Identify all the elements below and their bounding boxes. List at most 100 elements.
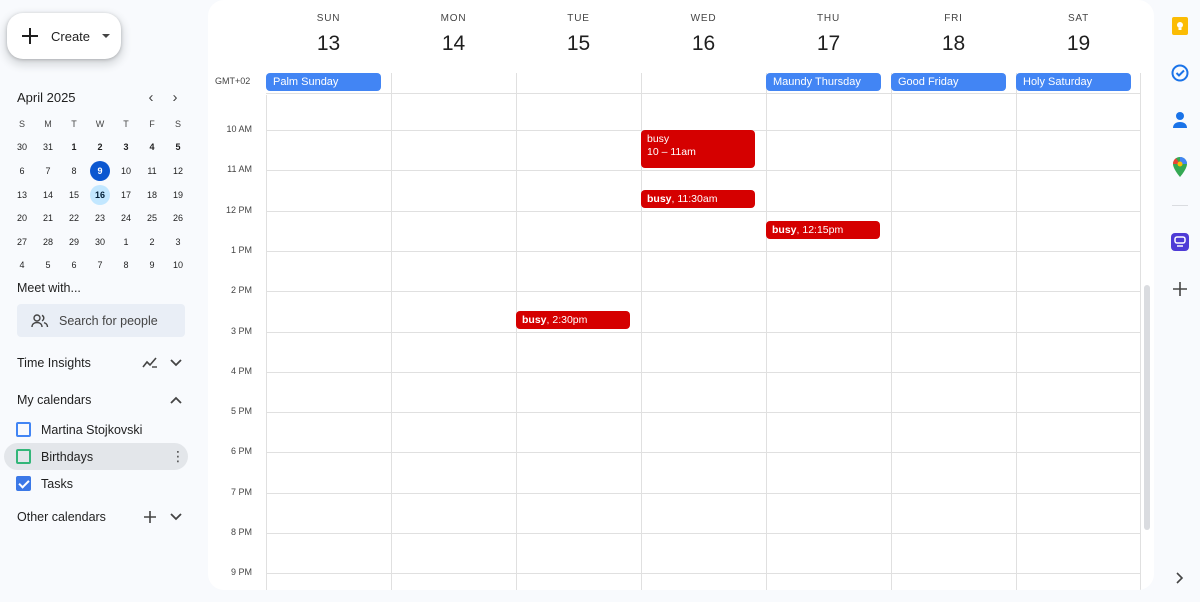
mini-calendar-day[interactable]: 4 — [139, 136, 165, 158]
chevron-down-icon[interactable] — [165, 352, 187, 374]
contacts-icon[interactable] — [1170, 110, 1190, 130]
mini-calendar-day[interactable]: 12 — [165, 160, 191, 182]
calendar-item-tasks[interactable]: Tasks — [4, 470, 188, 497]
mini-calendar-day[interactable]: 18 — [139, 184, 165, 206]
day-header[interactable]: SUN 13 — [266, 0, 391, 70]
add-icon[interactable] — [1170, 279, 1190, 299]
chevron-down-icon[interactable] — [165, 506, 187, 528]
hour-label: 12 PM — [225, 205, 252, 215]
mini-calendar-day[interactable]: 6 — [9, 160, 35, 182]
mini-calendar-day-number: 30 — [16, 142, 27, 153]
mini-calendar-day[interactable]: 3 — [165, 231, 191, 253]
mini-calendar-day[interactable]: 30 — [9, 136, 35, 158]
mini-calendar-day[interactable]: 7 — [87, 254, 113, 276]
event-chip[interactable]: busy, 2:30pm — [516, 311, 630, 329]
mini-calendar-day[interactable]: 11 — [139, 160, 165, 182]
chevron-left-icon[interactable]: ‹ — [139, 89, 163, 106]
chevron-up-icon[interactable] — [165, 389, 187, 411]
day-number[interactable]: 19 — [1016, 32, 1141, 56]
chevron-right-icon[interactable]: › — [163, 89, 187, 106]
mini-calendar-day[interactable]: 8 — [61, 160, 87, 182]
mini-calendar-day[interactable]: 17 — [113, 184, 139, 206]
mini-calendar-weekday: S — [174, 118, 181, 129]
mini-calendar-day[interactable]: 21 — [35, 207, 61, 229]
mini-calendar-day[interactable]: 25 — [139, 207, 165, 229]
other-calendars-row[interactable]: Other calendars — [17, 506, 187, 528]
event-title: busy — [522, 313, 547, 326]
mini-calendar-day[interactable]: 16 — [87, 184, 113, 206]
calendar-checkbox[interactable] — [16, 476, 31, 491]
insights-icon[interactable] — [139, 352, 161, 374]
mini-calendar-day[interactable]: 19 — [165, 184, 191, 206]
expand-icon[interactable] — [1170, 568, 1190, 588]
day-header[interactable]: FRI 18 — [891, 0, 1016, 70]
mini-calendar-day[interactable]: 28 — [35, 231, 61, 253]
mini-calendar-day[interactable]: 1 — [113, 231, 139, 253]
hour-label: 7 PM — [230, 487, 252, 497]
day-header[interactable]: SAT 19 — [1016, 0, 1141, 70]
day-header[interactable]: MON 14 — [391, 0, 516, 70]
add-icon[interactable] — [139, 506, 161, 528]
day-header[interactable]: WED 16 — [641, 0, 766, 70]
mini-calendar-day[interactable]: 20 — [9, 207, 35, 229]
day-header[interactable]: TUE 15 — [516, 0, 641, 70]
tasks-icon[interactable] — [1170, 63, 1190, 83]
all-day-event[interactable]: Good Friday — [891, 73, 1006, 91]
day-number[interactable]: 17 — [766, 32, 891, 56]
day-of-week: TUE — [567, 13, 590, 24]
mini-calendar-day-number: 13 — [16, 189, 27, 200]
mini-calendar-day[interactable]: 10 — [165, 254, 191, 276]
mini-calendar-day[interactable]: 8 — [113, 254, 139, 276]
mini-calendar-day[interactable]: 4 — [9, 254, 35, 276]
maps-icon[interactable] — [1170, 157, 1190, 177]
event-chip[interactable]: busy, 12:15pm — [766, 221, 880, 239]
keep-icon[interactable] — [1170, 16, 1190, 36]
mini-calendar-day[interactable]: 14 — [35, 184, 61, 206]
mini-calendar-day[interactable]: 30 — [87, 231, 113, 253]
mini-calendar-day[interactable]: 29 — [61, 231, 87, 253]
my-calendars-row[interactable]: My calendars — [17, 389, 187, 411]
mini-calendar-day[interactable]: 2 — [139, 231, 165, 253]
hour-label: 5 PM — [230, 406, 252, 416]
mini-calendar-day[interactable]: 26 — [165, 207, 191, 229]
day-number[interactable]: 18 — [891, 32, 1016, 56]
mini-calendar-day[interactable]: 1 — [61, 136, 87, 158]
mini-calendar-day[interactable]: 5 — [165, 136, 191, 158]
mini-calendar-day[interactable]: 31 — [35, 136, 61, 158]
scrollbar[interactable] — [1144, 285, 1150, 530]
mini-calendar-day[interactable]: 24 — [113, 207, 139, 229]
calendar-checkbox[interactable] — [16, 422, 31, 437]
mini-calendar-day[interactable]: 15 — [61, 184, 87, 206]
mini-calendar-day[interactable]: 22 — [61, 207, 87, 229]
more-vert-icon[interactable]: ⋮ — [168, 448, 188, 465]
search-people-input[interactable]: Search for people — [17, 304, 185, 337]
mini-calendar-day[interactable]: 7 — [35, 160, 61, 182]
all-day-event[interactable]: Palm Sunday — [266, 73, 381, 91]
mini-calendar-day-number: 21 — [42, 213, 53, 224]
mini-calendar-day[interactable]: 3 — [113, 136, 139, 158]
event-chip[interactable]: busy, 11:30am — [641, 190, 755, 208]
mini-calendar-day[interactable]: 5 — [35, 254, 61, 276]
day-number[interactable]: 16 — [641, 32, 766, 56]
event-chip[interactable]: busy 10 – 11am — [641, 130, 755, 168]
mini-calendar-day[interactable]: 23 — [87, 207, 113, 229]
mini-calendar-day[interactable]: 13 — [9, 184, 35, 206]
day-number[interactable]: 14 — [391, 32, 516, 56]
mini-calendar-day[interactable]: 6 — [61, 254, 87, 276]
mini-calendar-day[interactable]: 2 — [87, 136, 113, 158]
day-number[interactable]: 13 — [266, 32, 391, 56]
mini-calendar-day[interactable]: 10 — [113, 160, 139, 182]
all-day-event[interactable]: Holy Saturday — [1016, 73, 1131, 91]
day-header[interactable]: THU 17 — [766, 0, 891, 70]
mini-calendar-day[interactable]: 9 — [87, 160, 113, 182]
calendar-checkbox[interactable] — [16, 449, 31, 464]
mini-calendar-day[interactable]: 27 — [9, 231, 35, 253]
mini-calendar-day[interactable]: 9 — [139, 254, 165, 276]
calendar-item-birthdays[interactable]: Birthdays ⋮ — [4, 443, 188, 470]
time-insights-row[interactable]: Time Insights — [17, 352, 187, 374]
day-number[interactable]: 15 — [516, 32, 641, 56]
create-button[interactable]: Create — [7, 13, 121, 59]
extension-icon[interactable] — [1170, 232, 1190, 252]
calendar-item-martina[interactable]: Martina Stojkovski — [4, 416, 188, 443]
all-day-event[interactable]: Maundy Thursday — [766, 73, 881, 91]
